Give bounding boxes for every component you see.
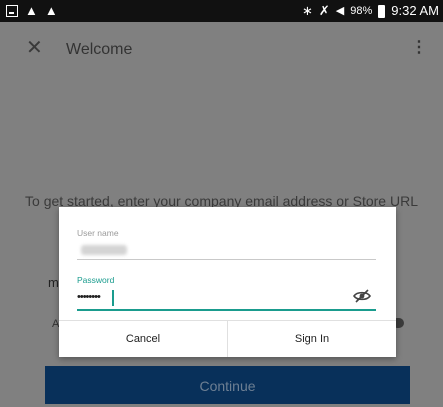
wifi-icon: ◀	[335, 5, 345, 17]
password-underline	[77, 309, 376, 311]
battery-percent: 98%	[350, 5, 373, 17]
page-title: Welcome	[66, 41, 133, 58]
username-label: User name	[77, 228, 119, 238]
notification-icon: ▲	[44, 3, 58, 18]
bluetooth-icon: ∗	[301, 3, 313, 18]
sign-in-button[interactable]: Sign In	[228, 321, 396, 357]
toggle-visibility-icon[interactable]	[353, 289, 371, 303]
app-bar: ✕ Welcome ⋮	[0, 22, 443, 78]
username-underline	[77, 259, 376, 260]
cancel-button[interactable]: Cancel	[59, 321, 227, 357]
screenshot-icon	[6, 5, 18, 17]
sign-in-dialog: User name Password •••••••• Cancel Sign …	[59, 207, 396, 357]
notification-icon: ▲	[25, 3, 38, 18]
password-field[interactable]: ••••••••	[77, 290, 101, 304]
password-label: Password	[77, 275, 115, 285]
clock: 9:32 AM	[391, 3, 439, 18]
overflow-menu-icon[interactable]: ⋮	[411, 38, 427, 58]
battery-icon	[378, 4, 386, 18]
continue-button: Continue	[45, 366, 410, 404]
text-cursor	[112, 290, 114, 306]
mute-icon: ✗	[318, 3, 330, 18]
username-field[interactable]	[81, 245, 127, 255]
status-bar: ▲ ▲ ∗ ✗ ◀ 98% 9:32 AM	[0, 0, 443, 22]
email-input-fragment: m	[48, 275, 59, 290]
close-icon[interactable]: ✕	[26, 36, 43, 60]
